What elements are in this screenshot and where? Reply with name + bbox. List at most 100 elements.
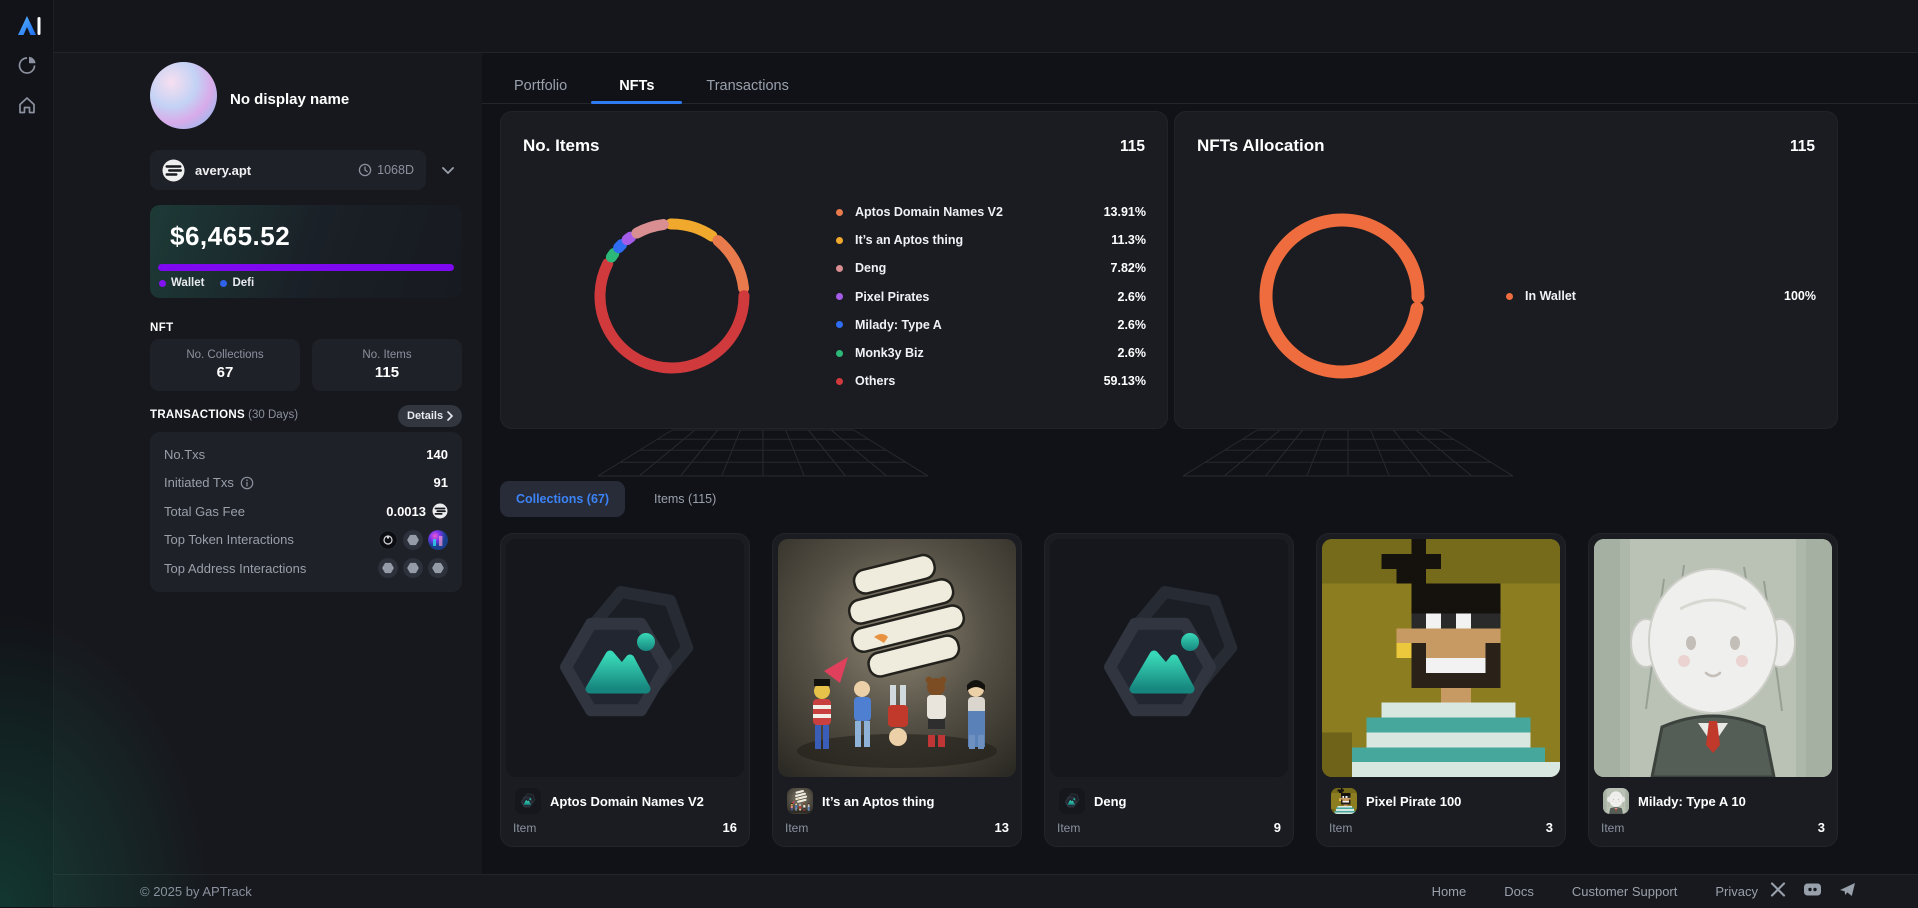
nft-card-aptos-domain-names-v2[interactable]: Aptos Domain Names V2 Item 16 — [500, 533, 750, 847]
token-placeholder-icon — [403, 558, 423, 578]
tx-row-total-gas-fee: Total Gas Fee 0.0013 — [164, 497, 448, 526]
main-tabs: Portfolio NFTs Transactions — [512, 67, 791, 104]
token-placeholder-icon — [378, 558, 398, 578]
collection-name: Deng — [1094, 794, 1127, 809]
token-placeholder-icon — [403, 530, 423, 550]
no-items-legend: Aptos Domain Names V2 13.91% It’s an Apt… — [836, 198, 1146, 395]
legend-item-in-wallet: In Wallet 100% — [1506, 282, 1816, 310]
footer-link-docs[interactable]: Docs — [1504, 884, 1534, 899]
balance-legend-defi: Defi — [220, 277, 254, 289]
nft-card-image — [506, 539, 744, 777]
balance-allocation-bar — [158, 264, 454, 271]
footer-link-privacy[interactable]: Privacy — [1715, 884, 1758, 899]
wallet-selector[interactable]: avery.apt 1068D — [150, 150, 426, 190]
footer: © 2025 by APTrack Home Docs Customer Suppo… — [54, 874, 1918, 908]
collection-name: Pixel Pirate 100 — [1366, 794, 1461, 809]
transactions-details-button[interactable]: Details — [398, 405, 462, 427]
tab-items[interactable]: Items (115) — [640, 481, 730, 517]
item-count: 9 — [1274, 820, 1281, 835]
profile-avatar — [150, 62, 217, 129]
legend-dot — [220, 280, 227, 287]
grid-decoration — [598, 429, 928, 477]
legend-dot — [836, 265, 843, 272]
legend-item-it-s-an-aptos-thing: It’s an Aptos thing 11.3% — [836, 226, 1146, 254]
tab-portfolio[interactable]: Portfolio — [512, 67, 569, 104]
legend-dot — [836, 321, 843, 328]
balance-legend: Wallet Defi — [159, 277, 254, 289]
nft-card-image — [778, 539, 1016, 777]
stat-card-no-items: No. Items 115 — [312, 339, 462, 391]
copyright-text: © 2025 by APTrack — [140, 884, 252, 899]
legend-item-pixel-pirates: Pixel Pirates 2.6% — [836, 283, 1146, 311]
donut-segment-in-wallet — [1266, 220, 1418, 372]
panel-total: 115 — [1120, 138, 1145, 156]
legend-dot — [836, 293, 843, 300]
legend-item-milady-type-a: Milady: Type A 2.6% — [836, 311, 1146, 339]
tx-row-no-txs: No.Txs 140 — [164, 440, 448, 469]
discord-icon[interactable] — [1803, 882, 1822, 897]
balance-legend-wallet: Wallet — [159, 277, 204, 289]
item-label: Item — [785, 821, 808, 835]
home-nav-icon[interactable] — [14, 92, 40, 118]
sidebar: No display name avery.apt 1068D $6,465.5… — [54, 53, 482, 874]
item-label: Item — [1057, 821, 1080, 835]
collection-thumbnail — [787, 788, 813, 814]
item-count: 13 — [995, 820, 1009, 835]
nft-card-milady-type-a-10[interactable]: Milady: Type A 10 Item 3 — [1588, 533, 1838, 847]
aptos-gas-icon — [432, 503, 448, 519]
nfts-allocation-donut-chart — [1252, 206, 1432, 386]
grid-decoration — [1183, 429, 1513, 477]
footer-link-home[interactable]: Home — [1432, 884, 1467, 899]
wallet-age-badge: 1068D — [358, 163, 414, 177]
collection-thumbnail — [1603, 788, 1629, 814]
telegram-icon — [1839, 882, 1856, 897]
placeholder-art — [506, 539, 744, 777]
tab-collections[interactable]: Collections (67) — [500, 481, 625, 517]
tab-transactions[interactable]: Transactions — [704, 67, 790, 104]
donut-segment-milady-type-a — [619, 245, 622, 248]
footer-link-customer-support[interactable]: Customer Support — [1572, 884, 1678, 899]
collection-thumbnail — [515, 788, 541, 814]
legend-item-monk3y-biz: Monk3y Biz 2.6% — [836, 339, 1146, 367]
nft-card-deng[interactable]: Deng Item 9 — [1044, 533, 1294, 847]
item-label: Item — [513, 821, 536, 835]
aptos-thing-art — [787, 788, 813, 814]
legend-item-others: Others 59.13% — [836, 367, 1146, 395]
profile-display-name: No display name — [230, 91, 349, 108]
placeholder-art — [1059, 788, 1085, 814]
panel-total: 115 — [1790, 138, 1815, 156]
donut-segment-monk3y-biz — [611, 254, 613, 257]
donut-segment-others — [600, 264, 744, 368]
collection-name: Aptos Domain Names V2 — [550, 794, 704, 809]
balance-amount: $6,465.52 — [170, 221, 290, 252]
tab-nfts[interactable]: NFTs — [617, 67, 656, 104]
discord-icon — [1803, 882, 1822, 897]
info-icon — [240, 476, 254, 490]
placeholder-art — [1050, 539, 1288, 777]
chevron-right-icon — [447, 411, 453, 421]
pixel-pirate-art — [1331, 788, 1357, 814]
legend-item-aptos-domain-names-v2: Aptos Domain Names V2 13.91% — [836, 198, 1146, 226]
collection-thumbnail — [1059, 788, 1085, 814]
telegram-icon[interactable] — [1839, 882, 1856, 897]
token-dark-icon — [378, 530, 398, 550]
item-count: 16 — [723, 820, 737, 835]
tx-row-top-token-interactions: Top Token Interactions — [164, 526, 448, 555]
legend-dot — [1506, 293, 1513, 300]
nft-card-it-s-an-aptos-thing[interactable]: It’s an Aptos thing Item 13 — [772, 533, 1022, 847]
panel-title: No. Items — [523, 136, 600, 156]
x-icon[interactable] — [1770, 882, 1786, 897]
aptrack-logo[interactable] — [12, 10, 44, 42]
pixel-pirate-art — [1322, 539, 1560, 777]
portfolio-pie-nav-icon[interactable] — [14, 52, 40, 78]
legend-item-deng: Deng 7.82% — [836, 254, 1146, 282]
aptos-wallet-icon — [162, 159, 185, 182]
item-count: 3 — [1546, 820, 1553, 835]
collection-name: It’s an Aptos thing — [822, 794, 934, 809]
legend-dot — [836, 350, 843, 357]
nft-card-pixel-pirate-100[interactable]: Pixel Pirate 100 Item 3 — [1316, 533, 1566, 847]
placeholder-art — [515, 788, 541, 814]
left-nav-rail — [0, 0, 54, 907]
wallet-chevron-down-icon[interactable] — [442, 163, 454, 178]
no-items-donut-chart — [588, 212, 756, 380]
